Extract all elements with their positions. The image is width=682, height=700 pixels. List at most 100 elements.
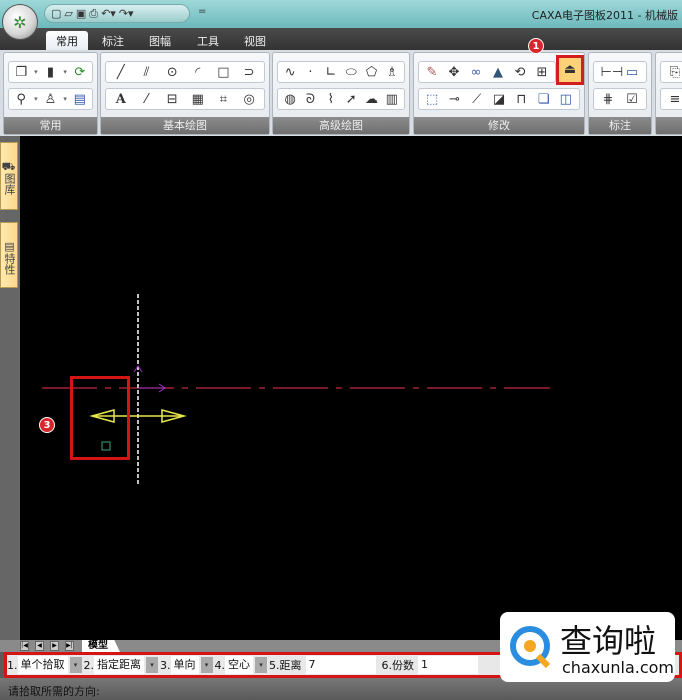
group-label: 高级绘图 [273,117,409,134]
select-icon[interactable]: ⬚ [425,92,440,107]
extend-icon[interactable]: ⟋ [469,92,484,107]
count-input[interactable]: 1 [418,656,478,674]
group-advanced-draw: ∿ · ∟ ⬭ ⬠ ♗ ◍ ᘐ ⌇ ➚ ☁ ▥ 高级绘图 [272,52,410,135]
prev-tab-button[interactable]: ◀ [35,641,44,651]
centerline-icon[interactable]: ⁄ [139,92,154,107]
group-label: 基本绘图 [101,117,269,134]
wave-icon[interactable]: ᘐ [303,92,318,107]
group-label: 常用 [4,117,97,134]
layer-icon[interactable]: ▤ [72,92,87,107]
spline-icon[interactable]: ∿ [283,65,298,80]
print-icon[interactable]: ⎙ [89,7,98,21]
last-tab-button[interactable]: ▶| [65,641,74,651]
group-more: ⎘ ≡ [655,52,682,135]
distance-input[interactable]: 7 [305,656,376,674]
group-dimension: ⊢⊣ ▭ ⋕ ☑ 标注 [588,52,652,135]
dimension-icon[interactable]: ⊢⊣ [601,65,624,80]
tab-annotate[interactable]: 标注 [92,31,134,50]
watermark-logo: 查询啦 chaxunla.com [500,612,675,682]
copy-icon[interactable]: ❐ [14,65,29,80]
match-properties-icon[interactable]: ♙ [43,92,58,107]
circle-icon[interactable]: ⊙ [165,65,180,80]
angle-icon[interactable]: ∟ [323,65,338,80]
distance-label: 5.距离 [269,659,302,672]
arrow-icon[interactable]: ➚ [344,92,359,107]
block-icon[interactable]: ⊟ [165,92,180,107]
cloud-icon[interactable]: ☁ [364,92,379,107]
tab-sheet[interactable]: 图幅 [139,31,181,50]
linetype-icon[interactable]: ≡ [668,92,682,107]
erase-icon[interactable]: ✎ [425,65,440,80]
save-icon[interactable]: ▣ [76,7,86,20]
scale-icon[interactable]: ◪ [491,92,506,107]
drawing-canvas[interactable] [20,136,682,640]
tab-model[interactable]: 模型 [82,640,120,652]
rotate-icon[interactable]: ⟲ [513,65,528,80]
move-icon[interactable]: ✥ [447,65,462,80]
coordinate-icon[interactable]: ⋕ [601,92,616,107]
quick-access-toolbar: ▢ ▱ ▣ ⎙ ↶▾ ↷▾ [44,4,190,23]
polyline-icon[interactable]: ⊃ [242,65,257,80]
tab-tools[interactable]: 工具 [187,31,229,50]
line-icon[interactable]: ╱ [113,65,128,80]
trim-icon[interactable]: ⊸ [447,92,462,107]
dropdown-arrow-icon: ▾ [255,657,267,673]
point-icon[interactable]: · [303,65,318,80]
side-tab-properties[interactable]: ▤特性 [0,222,18,288]
ribbon: ❐ ▾ ▮ ▾ ⟳ ⚲ ▾ ♙ ▾ ▤ 常用 ╱ ⫽ ⊙ ◜ □ ⊃ A ⁄ ⊟ ▦ ⌗ ◎ 基本绘图 ∿ · ∟ ⬭ ⬠ ♗… [0,50,682,136]
tab-view[interactable]: 视图 [234,31,276,50]
option-direction[interactable]: 3. 单向 ▾ [160,656,213,674]
ellipse-icon[interactable]: ⬭ [344,65,359,80]
stretch-icon[interactable]: ◫ [558,92,573,107]
group-basic-draw: ╱ ⫽ ⊙ ◜ □ ⊃ A ⁄ ⊟ ▦ ⌗ ◎ 基本绘图 [100,52,270,135]
boundary-icon[interactable]: ⌗ [216,92,231,107]
pattern-icon[interactable]: ♗ [384,65,399,80]
rectangle-icon[interactable]: □ [216,65,231,80]
arc-icon[interactable]: ◜ [190,65,205,80]
step-badge-1: 1 [528,38,544,54]
mirror-icon[interactable]: ▲ [491,65,506,80]
edit-dim-icon[interactable]: ☑ [625,92,640,107]
dropdown-arrow-icon: ▾ [69,657,82,673]
side-tab-library[interactable]: ⛟图库 [0,142,18,210]
left-panel: ⛟图库 ▤特性 [0,136,20,640]
zoom-icon[interactable]: ⚲ [14,92,29,107]
option-fill[interactable]: 4. 空心 ▾ [215,656,267,674]
group-modify: ✎ ✥ ∞ ▲ ⟲ ⊞ ⏏ ⬚ ⊸ ⟋ ◪ ⊓ ❏ ◫ 修改 [413,52,585,135]
copy-object-icon[interactable]: ∞ [469,65,484,80]
undo-icon[interactable]: ↶▾ [101,7,116,20]
parallel-line-icon[interactable]: ⫽ [139,65,154,80]
region-icon[interactable]: ◎ [242,92,257,107]
paste-icon[interactable]: ▮ [43,65,58,80]
offset-icon[interactable]: ⏏ [556,55,584,85]
app-title: CAXA电子图板2011 - 机械版 [531,9,678,22]
text-dim-icon[interactable]: ▭ [625,65,640,80]
open-folder-icon[interactable]: ▱ [64,7,72,20]
caxa-logo-icon[interactable]: ✲ [2,4,38,40]
array-icon[interactable]: ⊞ [535,65,550,80]
option-distance-mode[interactable]: 2. 指定距离 ▾ [84,656,158,674]
redo-icon[interactable]: ↷▾ [119,7,134,20]
customize-toolbar-button[interactable]: = [198,6,206,17]
hole-icon[interactable]: ◍ [283,92,298,107]
break-icon[interactable]: ⊓ [514,92,529,107]
text-icon[interactable]: A [113,92,128,107]
first-tab-button[interactable]: |◀ [20,641,29,651]
title-bar: ▢ ▱ ▣ ⎙ ↶▾ ↷▾ = CAXA电子图板2011 - 机械版 [0,0,682,28]
properties-icon[interactable]: ⎘ [668,65,682,80]
tab-common[interactable]: 常用 [46,31,88,50]
table-icon[interactable]: ▥ [384,92,399,107]
break-line-icon[interactable]: ⌇ [323,92,338,107]
option-pick-mode[interactable]: 1. 单个拾取 ▾ [7,656,82,674]
refresh-icon[interactable]: ⟳ [72,65,87,80]
group-label: 修改 [414,117,584,134]
hatch-icon[interactable]: ▦ [190,92,205,107]
step-badge-3: 3 [39,417,55,433]
next-tab-button[interactable]: ▶ [50,641,59,651]
dropdown-arrow-icon: ▾ [146,657,158,673]
group-common: ❐ ▾ ▮ ▾ ⟳ ⚲ ▾ ♙ ▾ ▤ 常用 [3,52,98,135]
explode-icon[interactable]: ❏ [536,92,551,107]
new-file-icon[interactable]: ▢ [51,7,61,20]
properties-icon: ▤ [3,239,16,253]
polygon-icon[interactable]: ⬠ [364,65,379,80]
